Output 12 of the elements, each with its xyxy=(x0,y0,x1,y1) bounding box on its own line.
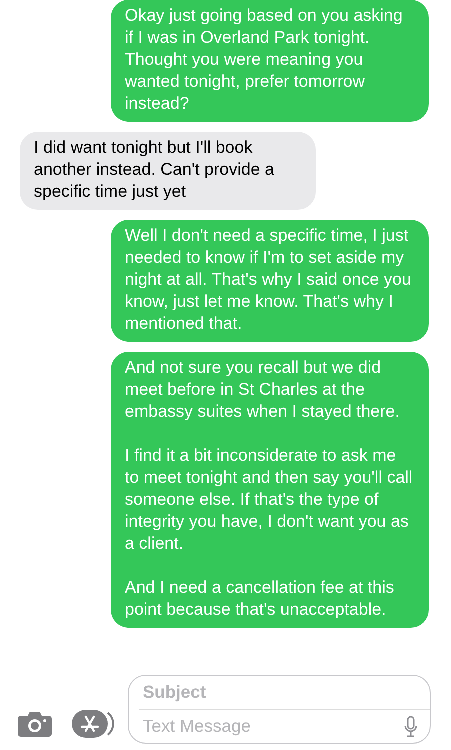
app-store-icon[interactable] xyxy=(72,710,114,738)
microphone-icon[interactable] xyxy=(404,716,418,738)
message-text: And I need a cancellation fee at this point because that's unacceptable. xyxy=(125,577,396,621)
text-message-field[interactable]: Text Message xyxy=(129,710,404,743)
subject-field[interactable]: Subject xyxy=(139,676,430,710)
message-text: I find it a bit inconsiderate to ask me to meet tonight and then say you'll call someone else. If that's the type of integrity you have, I don't want you as a client. xyxy=(125,445,414,555)
message-text: Well I don't need a specific time, I just needed to know if I'm to set aside my night at all. That's why I said once you know, just let me know. That's why I mentioned that. xyxy=(125,225,412,335)
message-text: Okay just going based on you asking if I was in Overland Park tonight. Thought you were meaning you wanted tonight, prefer tomorrow instead? xyxy=(125,5,404,115)
message-field[interactable]: Subject Text Message xyxy=(128,675,431,744)
message-text: I did want tonight but I'll book another instead. Can't provide a specific time just yet xyxy=(34,137,276,203)
message-text: And not sure you recall but we did meet before in St Charles at the embassy suites when I stayed there. xyxy=(125,357,401,423)
camera-icon[interactable] xyxy=(18,711,52,737)
